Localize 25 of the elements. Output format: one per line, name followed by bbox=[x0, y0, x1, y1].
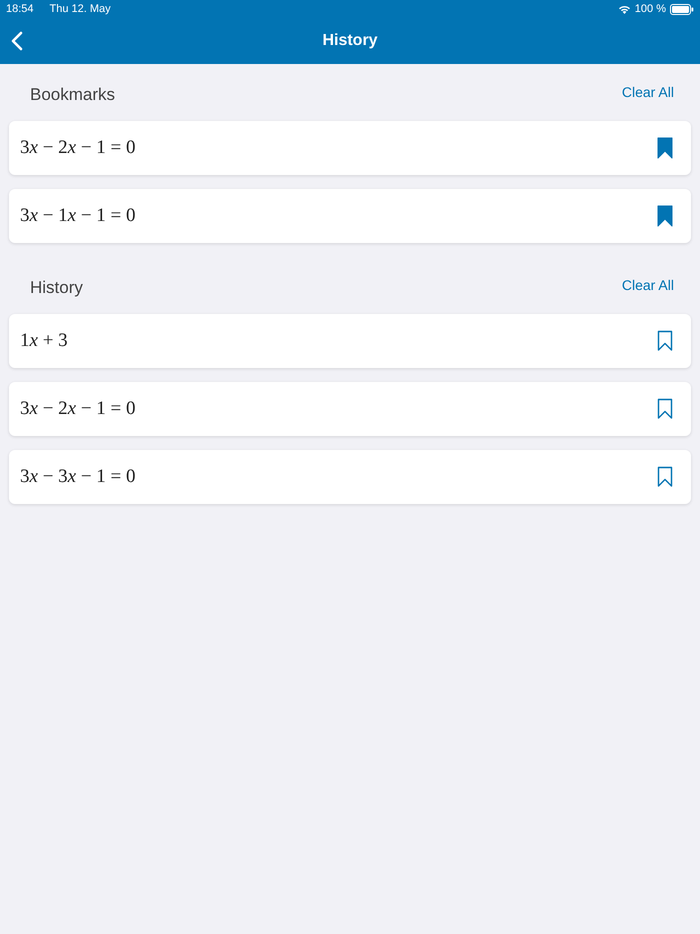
history-row[interactable]: 3x − 2x − 1 = 0 bbox=[9, 382, 691, 436]
bookmark-filled-icon[interactable] bbox=[657, 205, 673, 227]
status-date: Thu 12. May bbox=[50, 2, 111, 17]
section-title: History bbox=[30, 277, 83, 299]
history-row[interactable]: 3x − 1x − 1 = 0 bbox=[9, 189, 691, 243]
equation-text: 3x − 1x − 1 = 0 bbox=[20, 204, 136, 228]
battery-icon bbox=[670, 4, 694, 14]
bookmark-outline-icon[interactable] bbox=[657, 330, 673, 352]
equation-text: 3x − 2x − 1 = 0 bbox=[20, 136, 136, 160]
equation-text: 3x − 3x − 1 = 0 bbox=[20, 464, 136, 489]
history-row[interactable]: 3x − 3x − 1 = 0 bbox=[9, 450, 691, 504]
history-row[interactable]: 3x − 2x − 1 = 0 bbox=[9, 121, 691, 175]
history-row[interactable]: 1x + 3 bbox=[9, 314, 691, 368]
status-time: 18:54 bbox=[6, 2, 34, 17]
equation-text: 1x + 3 bbox=[20, 328, 68, 353]
battery-level: 100 % bbox=[634, 2, 666, 17]
clear-all-button[interactable]: Clear All bbox=[622, 82, 674, 103]
bookmark-outline-icon[interactable] bbox=[657, 466, 673, 488]
clear-all-button[interactable]: Clear All bbox=[622, 275, 674, 296]
equation-text: 3x − 2x − 1 = 0 bbox=[20, 396, 136, 421]
bookmark-filled-icon[interactable] bbox=[657, 137, 673, 159]
wifi-icon bbox=[618, 4, 631, 14]
bookmark-outline-icon[interactable] bbox=[657, 398, 673, 420]
screen-title: History bbox=[322, 31, 378, 51]
section-title: Bookmarks bbox=[30, 84, 116, 106]
